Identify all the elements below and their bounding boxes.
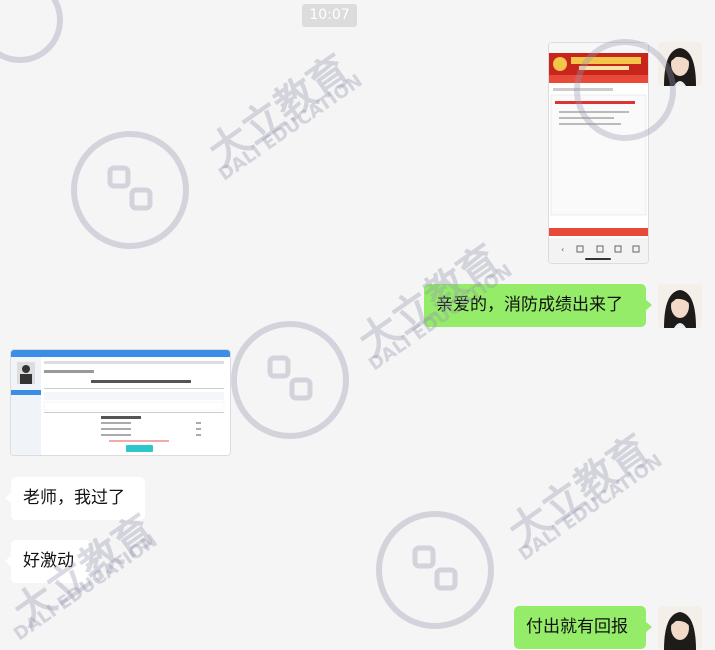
watermark-brand-en: DALI EDUCATION <box>515 450 667 566</box>
avatar-teacher[interactable] <box>658 42 702 86</box>
message-bubble-left[interactable]: 好激动 <box>5 540 90 583</box>
message-timestamp: 10:07 <box>302 4 357 27</box>
shared-image-score-report[interactable] <box>10 349 231 456</box>
shared-image-score-notice[interactable]: ‹ <box>548 42 649 264</box>
watermark-brand-cn: 大立教育 <box>200 46 359 176</box>
avatar-teacher[interactable] <box>658 284 702 328</box>
avatar-teacher[interactable] <box>658 606 702 650</box>
message-bubble-left[interactable]: 老师，我过了 <box>5 477 145 520</box>
svg-text:‹: ‹ <box>561 245 564 254</box>
message-bubble-right[interactable]: 付出就有回报 <box>514 606 652 649</box>
watermark-brand-cn: 大立教育 <box>500 426 659 556</box>
watermark-brand-en: DALI EDUCATION <box>215 70 367 186</box>
message-bubble-right[interactable]: 亲爱的，消防成绩出来了 <box>424 284 652 327</box>
